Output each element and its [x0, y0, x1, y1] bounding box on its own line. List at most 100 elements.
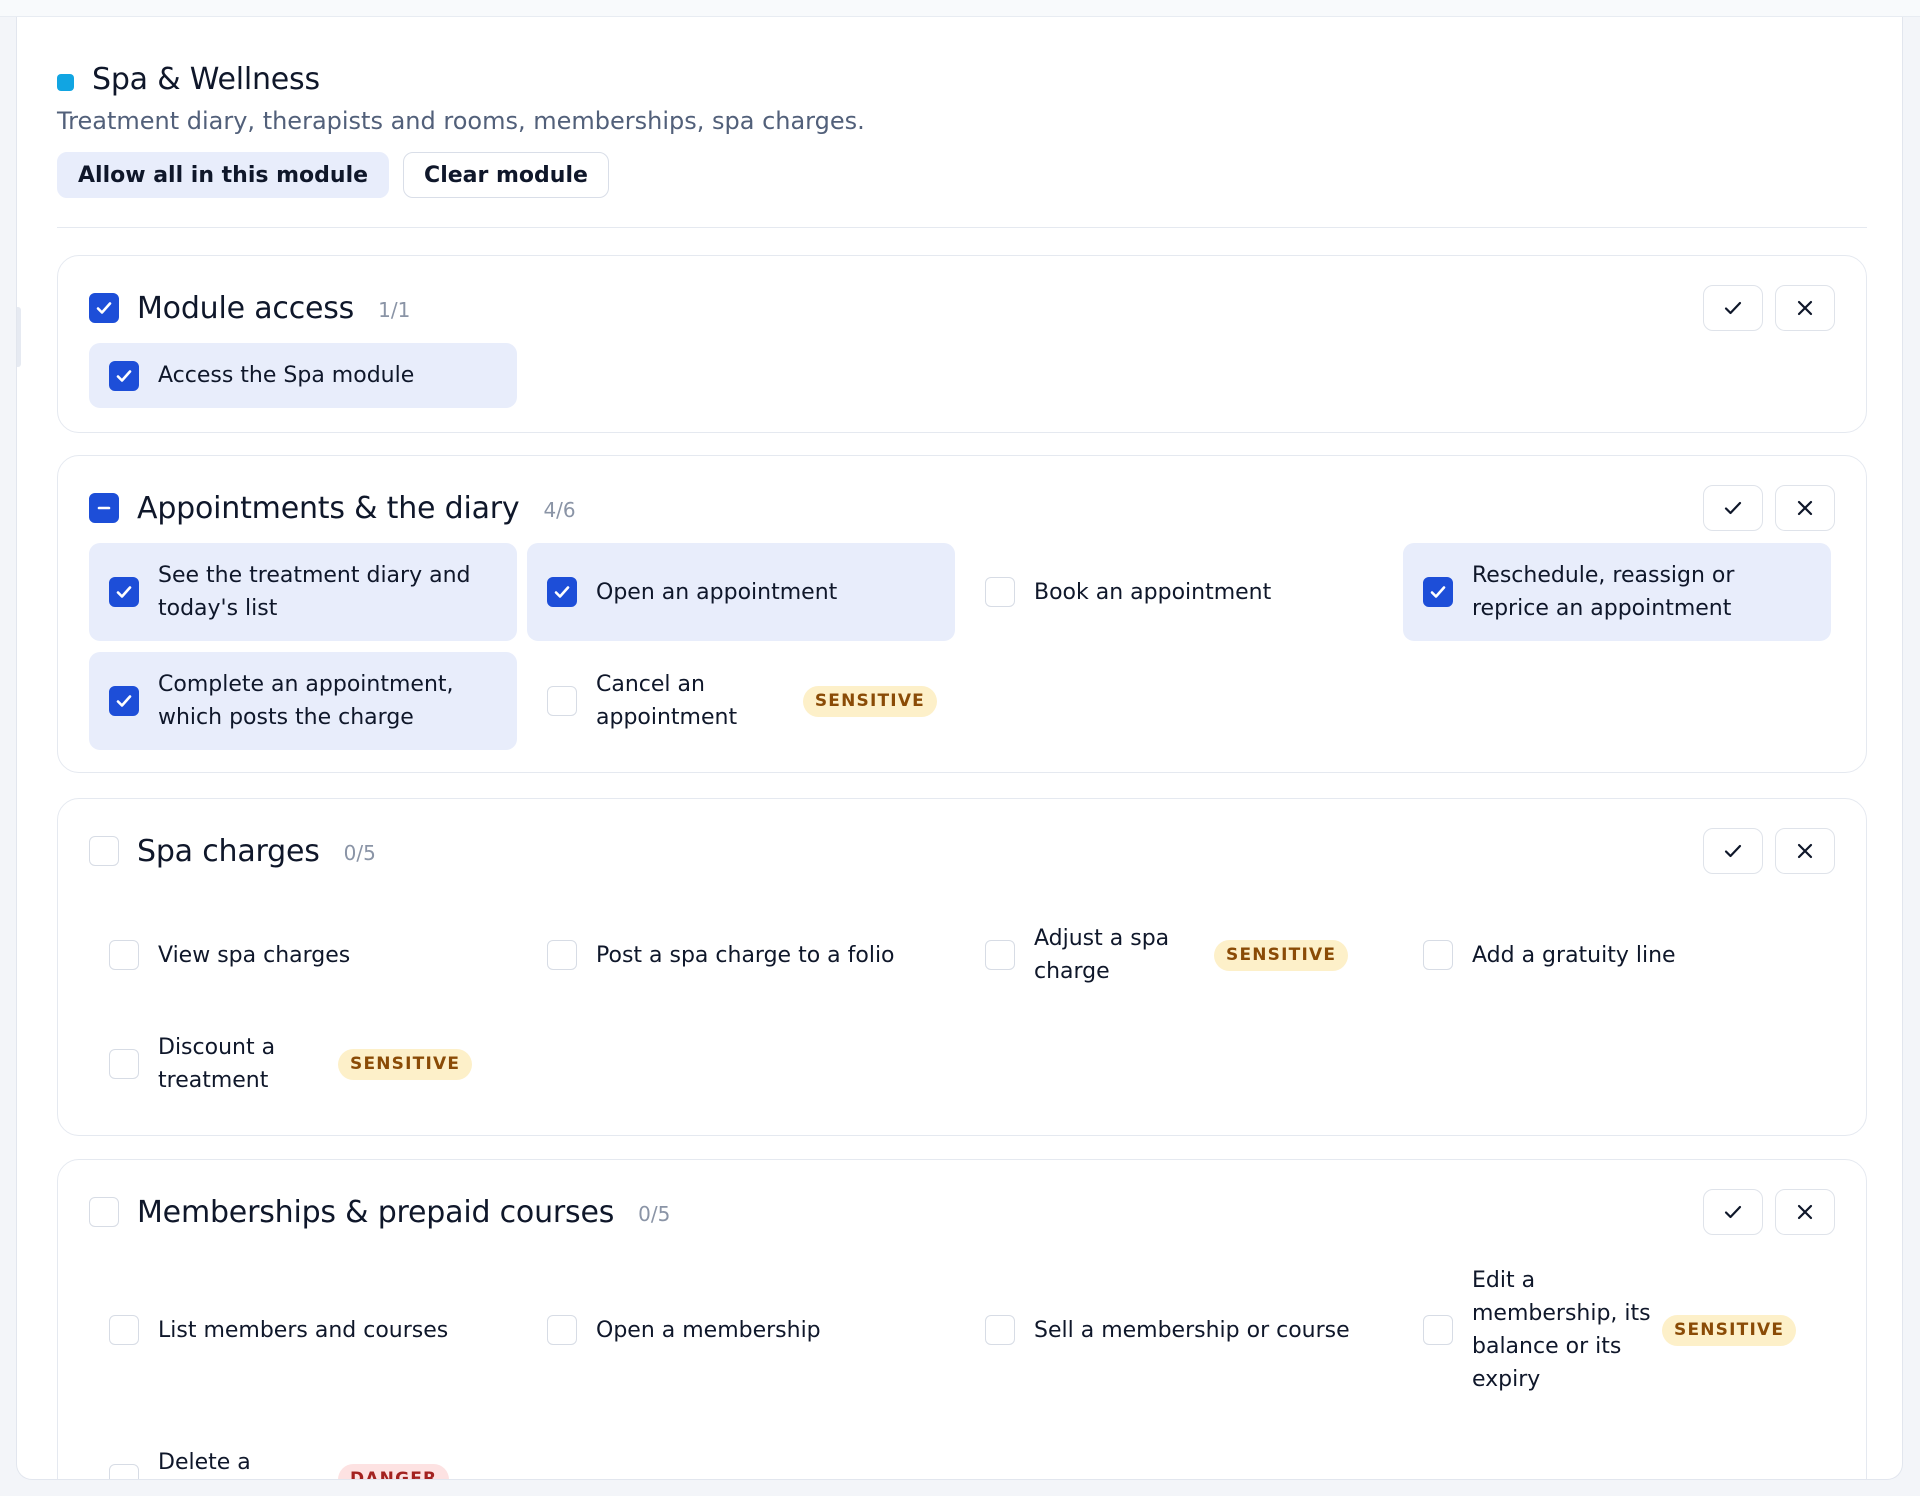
- permission-checkbox[interactable]: [109, 1464, 139, 1479]
- permission-label: Access the Spa module: [158, 363, 415, 388]
- permission-checkbox[interactable]: [1423, 940, 1453, 970]
- permission-item[interactable]: Open an appointment: [527, 543, 955, 641]
- close-icon: [1797, 500, 1813, 516]
- module-header: Spa & Wellness Treatment diary, therapis…: [57, 57, 1867, 198]
- permission-label: Open a membership: [596, 1317, 821, 1343]
- permission-checkbox[interactable]: [109, 940, 139, 970]
- permission-checkbox[interactable]: [109, 1315, 139, 1345]
- permission-item[interactable]: View spa charges: [89, 906, 517, 1004]
- permission-checkbox[interactable]: [109, 577, 139, 607]
- clear-group-button[interactable]: [1775, 285, 1835, 331]
- permission-item[interactable]: Complete an appointment, which posts the…: [89, 652, 517, 750]
- sensitive-badge: SENSITIVE: [802, 685, 937, 717]
- check-icon: [116, 695, 132, 707]
- group-title: Appointments & the diary: [137, 490, 520, 526]
- permission-item[interactable]: Delete a membership DANGER: [89, 1430, 517, 1479]
- permission-checkbox[interactable]: [985, 577, 1015, 607]
- check-icon: [1430, 586, 1446, 598]
- permission-label: Book an appointment: [1034, 579, 1272, 605]
- permission-label: See the treatment diary and today's list: [158, 563, 471, 621]
- check-icon: [1724, 501, 1742, 515]
- permission-label: Delete a membership: [158, 1450, 251, 1475]
- check-icon: [116, 586, 132, 598]
- permission-item[interactable]: Sell a membership or course: [965, 1260, 1393, 1400]
- permission-item[interactable]: See the treatment diary and today's list: [89, 543, 517, 641]
- permission-grid: View spa charges Post a spa charge to a …: [89, 906, 1831, 1113]
- clear-group-button[interactable]: [1775, 828, 1835, 874]
- permission-item[interactable]: List members and courses: [89, 1260, 517, 1400]
- module-color-dot: [57, 73, 74, 91]
- divider: [57, 227, 1867, 228]
- sensitive-badge: SENSITIVE: [1662, 1314, 1797, 1346]
- group-count: 0/5: [343, 841, 376, 865]
- close-icon: [1797, 300, 1813, 316]
- permission-checkbox[interactable]: [547, 686, 577, 716]
- allow-all-button[interactable]: Allow all in this module: [57, 152, 390, 198]
- group-title: Memberships & prepaid courses: [137, 1194, 615, 1230]
- group-checkbox[interactable]: [89, 836, 119, 866]
- group-title: Module access: [137, 290, 355, 326]
- check-icon: [116, 369, 132, 382]
- permission-checkbox[interactable]: [547, 940, 577, 970]
- permission-grid: See the treatment diary and today's list…: [89, 543, 1831, 750]
- check-icon: [1724, 1205, 1742, 1219]
- permission-checkbox[interactable]: [1423, 1315, 1453, 1345]
- permission-item[interactable]: Edit a membership, its balance or its ex…: [1403, 1260, 1831, 1400]
- danger-badge: DANGER: [338, 1463, 450, 1479]
- permission-label: Adjust a spa charge: [1034, 926, 1170, 984]
- minus-icon: [97, 506, 111, 510]
- permission-item[interactable]: Post a spa charge to a folio: [527, 906, 955, 1004]
- group-count: 1/1: [378, 298, 411, 322]
- module-description: Treatment diary, therapists and rooms, m…: [57, 107, 865, 135]
- permission-item[interactable]: Open a membership: [527, 1260, 955, 1400]
- group-spa-charges: Spa charges 0/5 View spa charges Post a …: [57, 798, 1867, 1136]
- module-actions: Allow all in this module Clear module: [57, 152, 1867, 198]
- group-memberships: Memberships & prepaid courses 0/5 List m…: [57, 1159, 1867, 1479]
- permission-label: View spa charges: [158, 942, 351, 968]
- permission-item[interactable]: Cancel an appointment SENSITIVE: [527, 652, 955, 750]
- group-checkbox[interactable]: [89, 293, 119, 323]
- permission-checkbox[interactable]: [1423, 577, 1453, 607]
- permission-item[interactable]: Reschedule, reassign or reprice an appoi…: [1403, 543, 1831, 641]
- group-count: 4/6: [543, 498, 576, 522]
- top-bar: [0, 0, 1920, 17]
- group-title: Spa charges: [137, 833, 320, 869]
- permission-grid: List members and courses Open a membersh…: [89, 1260, 1831, 1479]
- permission-label: Reschedule, reassign or reprice an appoi…: [1472, 563, 1735, 621]
- permission-label: Add a gratuity line: [1472, 942, 1676, 968]
- check-icon: [1724, 301, 1742, 315]
- permission-checkbox[interactable]: [985, 1315, 1015, 1345]
- permission-checkbox[interactable]: [547, 577, 577, 607]
- select-all-button[interactable]: [1703, 285, 1763, 331]
- select-all-button[interactable]: [1703, 828, 1763, 874]
- group-count: 0/5: [638, 1202, 671, 1226]
- select-all-button[interactable]: [1703, 1189, 1763, 1235]
- group-checkbox[interactable]: [89, 493, 119, 523]
- group-module-access: Module access 1/1 Access the Spa module: [57, 255, 1867, 433]
- clear-module-button[interactable]: Clear module: [403, 152, 609, 198]
- permission-checkbox[interactable]: [547, 1315, 577, 1345]
- permission-checkbox[interactable]: [985, 940, 1015, 970]
- permission-label: Edit a membership, its balance or its ex…: [1472, 1268, 1651, 1392]
- permission-item[interactable]: Add a gratuity line: [1403, 906, 1831, 1004]
- permission-label: Post a spa charge to a folio: [596, 942, 895, 968]
- check-icon: [1724, 844, 1742, 858]
- permission-item[interactable]: Access the Spa module: [89, 343, 517, 408]
- clear-group-button[interactable]: [1775, 485, 1835, 531]
- permission-checkbox[interactable]: [109, 1049, 139, 1079]
- permission-item[interactable]: Book an appointment: [965, 543, 1393, 641]
- permission-item[interactable]: Adjust a spa charge SENSITIVE: [965, 906, 1393, 1004]
- module-title: Spa & Wellness: [92, 61, 320, 97]
- permission-label: List members and courses: [158, 1317, 449, 1343]
- permission-label: Sell a membership or course: [1034, 1317, 1350, 1343]
- permission-checkbox[interactable]: [109, 360, 139, 391]
- group-checkbox[interactable]: [89, 1197, 119, 1227]
- check-icon: [96, 302, 112, 314]
- permission-item[interactable]: Discount a treatment SENSITIVE: [89, 1015, 517, 1113]
- permission-grid: Access the Spa module: [89, 343, 1831, 408]
- permission-checkbox[interactable]: [109, 686, 139, 716]
- scroll-edge-tab: [17, 307, 21, 367]
- close-icon: [1797, 843, 1813, 859]
- select-all-button[interactable]: [1703, 485, 1763, 531]
- clear-group-button[interactable]: [1775, 1189, 1835, 1235]
